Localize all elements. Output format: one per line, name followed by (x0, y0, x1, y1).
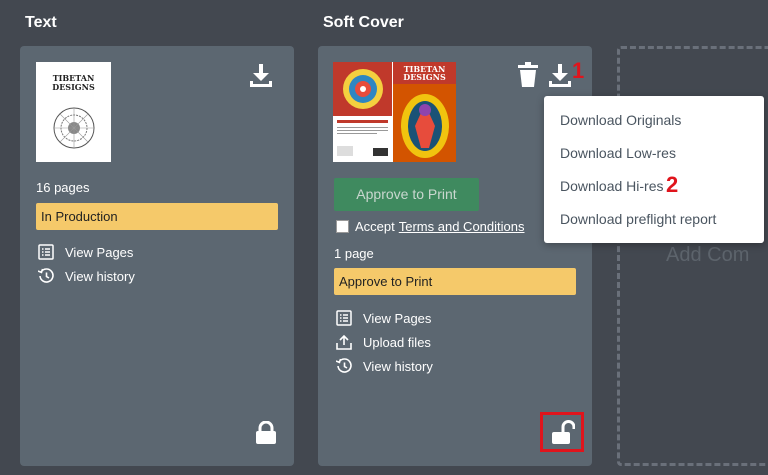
download-originals-item[interactable]: Download Originals (560, 112, 681, 128)
lock-icon[interactable] (255, 421, 277, 445)
column-title-text: Text (25, 14, 57, 31)
mandala-illustration (53, 107, 95, 149)
thumbnail-title-line: DESIGNS (403, 72, 446, 82)
terms-and-conditions-link[interactable]: Terms and Conditions (399, 219, 525, 234)
download-preflight-report-item[interactable]: Download preflight report (560, 211, 716, 227)
accept-label: Accept (355, 219, 395, 234)
accept-terms-row: Accept Terms and Conditions (336, 219, 524, 234)
accept-terms-checkbox[interactable] (336, 220, 349, 233)
download-dropdown-menu: Download Originals Download Low-res Down… (544, 96, 764, 243)
download-hi-res-item[interactable]: Download Hi-res (560, 178, 663, 194)
action-label: View history (363, 358, 433, 374)
add-component-label: Add Com (666, 244, 750, 266)
view-pages-link[interactable]: View Pages (336, 310, 431, 326)
upload-files-link[interactable]: Upload files (336, 334, 431, 350)
annotation-marker-2: 2 (666, 172, 679, 197)
view-pages-link[interactable]: View Pages (38, 244, 133, 260)
unlock-icon[interactable] (551, 420, 575, 446)
action-label: View Pages (65, 244, 134, 260)
page-count: 16 pages (36, 180, 90, 195)
list-icon (38, 244, 54, 260)
download-icon[interactable] (249, 62, 273, 88)
action-label: View Pages (363, 310, 432, 326)
status-badge: In Production (36, 203, 278, 230)
upload-icon (336, 334, 352, 350)
status-badge: Approve to Print (334, 268, 576, 295)
thumbnail-title-line: DESIGNS (52, 82, 95, 92)
column-title-soft-cover: Soft Cover (323, 14, 404, 31)
list-icon (336, 310, 352, 326)
page-count: 1 page (334, 246, 374, 261)
view-history-link[interactable]: View history (38, 268, 135, 284)
text-thumbnail[interactable]: TIBETAN DESIGNS (36, 62, 111, 162)
back-cover-art (343, 69, 383, 109)
history-icon (336, 358, 352, 373)
download-icon[interactable] (548, 62, 572, 88)
approve-to-print-button[interactable]: Approve to Print (334, 178, 479, 211)
text-card: TIBETAN DESIGNS 16 pages In Production V… (20, 46, 294, 466)
history-icon (38, 268, 54, 283)
delete-icon[interactable] (516, 62, 540, 88)
front-cover-art (401, 94, 449, 158)
view-history-link[interactable]: View history (336, 358, 433, 374)
download-low-res-item[interactable]: Download Low-res (560, 145, 676, 161)
annotation-marker-1: 1 (572, 58, 585, 83)
action-label: View history (65, 268, 135, 284)
action-label: Upload files (363, 334, 431, 350)
soft-cover-thumbnail[interactable]: TIBETAN DESIGNS (333, 62, 456, 162)
